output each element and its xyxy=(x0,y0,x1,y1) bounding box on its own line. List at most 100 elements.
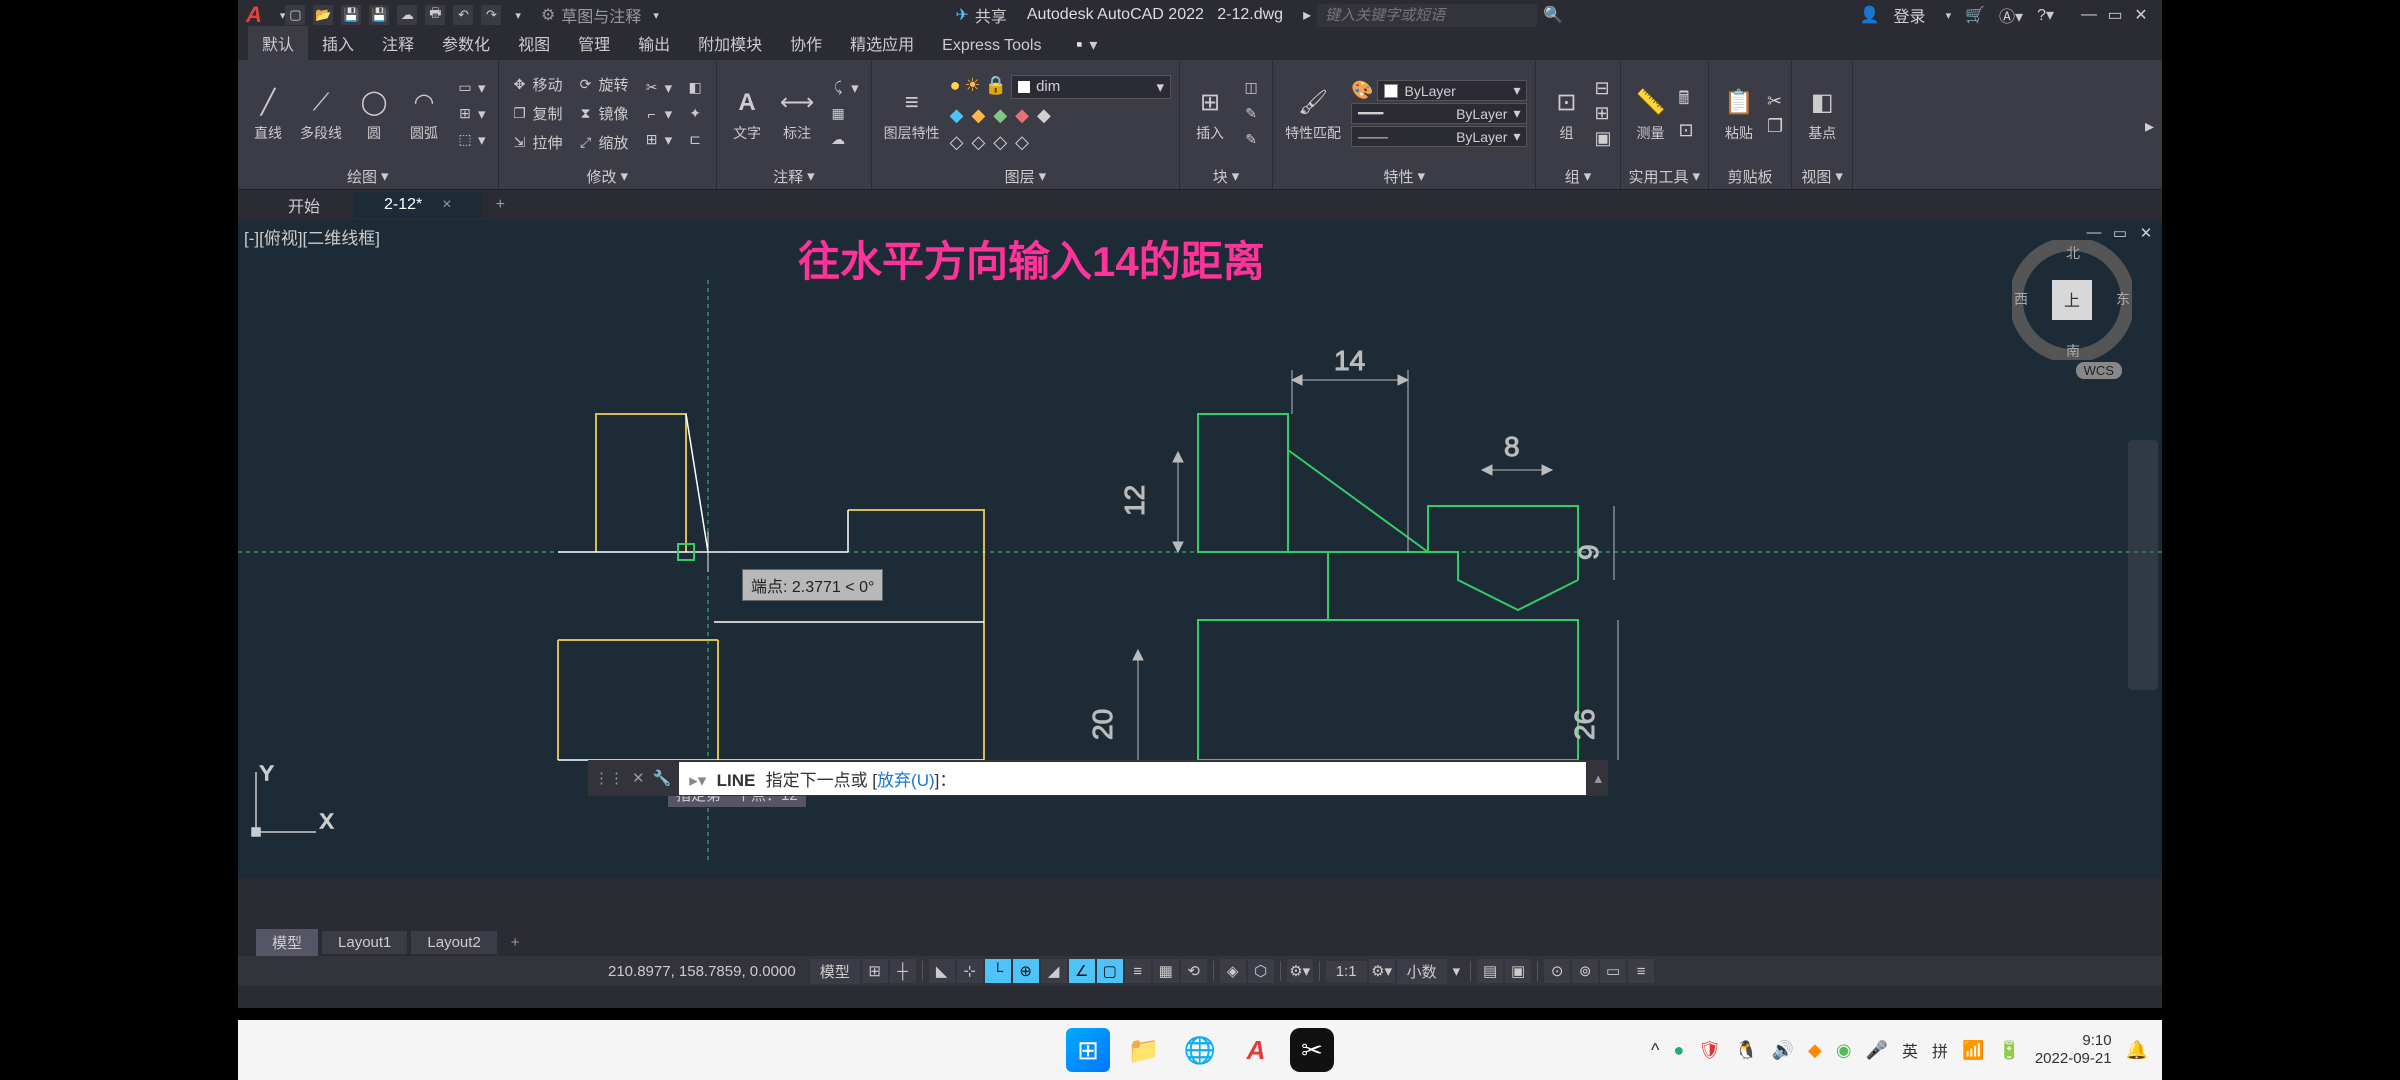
layer-bulb-icon[interactable]: ● xyxy=(950,75,961,99)
transparency-icon[interactable]: ▦ xyxy=(1153,959,1179,983)
cycle-icon[interactable]: ⟲ xyxy=(1181,959,1207,983)
ortho-icon[interactable]: └ xyxy=(985,959,1011,983)
fillet-button[interactable]: ⌐▾ xyxy=(639,103,677,125)
paste-button[interactable]: 📋粘贴 xyxy=(1717,83,1761,145)
tab-addins[interactable]: 附加模块 xyxy=(684,26,776,60)
line-button[interactable]: ╱直线 xyxy=(246,83,290,145)
minimize-button[interactable]: — xyxy=(2078,6,2100,24)
color-dropdown[interactable]: ByLayer▾ xyxy=(1377,80,1527,101)
close-button[interactable]: ✕ xyxy=(2130,6,2152,24)
insert-button[interactable]: ⊞插入 xyxy=(1188,83,1232,145)
osnap-icon[interactable]: ▢ xyxy=(1097,959,1123,983)
panel-block-label[interactable]: 块 ▾ xyxy=(1188,163,1264,189)
cmd-customize-icon[interactable]: 🔧 xyxy=(653,769,672,787)
cmd-handle-icon[interactable]: ⋮⋮ xyxy=(594,769,624,787)
search-input[interactable] xyxy=(1317,4,1537,27)
array-button[interactable]: ⊞▾ xyxy=(639,129,677,151)
navigation-bar[interactable] xyxy=(2128,440,2158,690)
cloud-button[interactable]: ☁ xyxy=(825,129,863,151)
offset-button[interactable]: ⊏ xyxy=(682,129,708,151)
layout1-tab[interactable]: Layout1 xyxy=(322,931,407,954)
annoviz-icon[interactable]: ⚙▾ xyxy=(1369,959,1395,983)
otrack-icon[interactable]: ∠ xyxy=(1069,959,1095,983)
start-button[interactable]: ⊞ xyxy=(1066,1028,1110,1072)
share-button[interactable]: ✈ 共享 xyxy=(955,3,1006,27)
rect-button[interactable]: ▭▾ xyxy=(452,77,490,99)
tab-annotate[interactable]: 注释 xyxy=(368,26,428,60)
layer-dropdown[interactable]: dim ▾ xyxy=(1011,75,1171,99)
base-button[interactable]: ◧基点 xyxy=(1800,83,1844,145)
color-wheel-icon[interactable]: 🎨 xyxy=(1351,80,1373,101)
redo-icon[interactable]: ↷ xyxy=(481,5,501,25)
panel-layer-label[interactable]: 图层 ▾ xyxy=(880,163,1171,189)
tab-parametric[interactable]: 参数化 xyxy=(428,26,504,60)
custom-icon[interactable]: ≡ xyxy=(1628,959,1654,983)
model-tab[interactable]: 模型 xyxy=(256,929,318,956)
hatch-button[interactable]: ⊞▾ xyxy=(452,103,490,125)
panel-annot-label[interactable]: 注释 ▾ xyxy=(725,163,863,189)
sel-filter-icon[interactable]: ⚙▾ xyxy=(1287,959,1313,983)
clock[interactable]: 9:10 2022-09-21 xyxy=(2035,1032,2112,1068)
dyn-ucs-icon[interactable]: ⬡ xyxy=(1248,959,1274,983)
search-box[interactable]: ▸ 🔍 xyxy=(1303,4,1563,27)
start-tab[interactable]: 开始 xyxy=(258,189,350,221)
text-button[interactable]: A文字 xyxy=(725,83,769,145)
tab-view[interactable]: 视图 xyxy=(504,26,564,60)
tray-app2-icon[interactable]: ◉ xyxy=(1836,1040,1852,1061)
iso-icon[interactable]: ⊙ xyxy=(1544,959,1570,983)
plot-icon[interactable]: 🖶 xyxy=(425,5,445,25)
tray-chevron-icon[interactable]: ^ xyxy=(1651,1040,1659,1061)
save-icon[interactable]: 💾 xyxy=(341,5,361,25)
panel-modify-label[interactable]: 修改 ▾ xyxy=(507,163,709,189)
autocad-icon[interactable]: A xyxy=(1234,1028,1278,1072)
tray-qq-icon[interactable]: 🐧 xyxy=(1735,1040,1757,1061)
tray-shield-icon[interactable]: 🛡 xyxy=(1698,1040,1721,1061)
add-layout-button[interactable]: + xyxy=(501,931,530,954)
tray-mic-icon[interactable]: 🎤 xyxy=(1866,1040,1888,1061)
leader-button[interactable]: ⤹▾ xyxy=(825,77,863,99)
wifi-icon[interactable]: 📶 xyxy=(1962,1040,1984,1061)
tab-default[interactable]: 默认 xyxy=(248,26,308,60)
maximize-button[interactable]: ▭ xyxy=(2104,6,2126,24)
hw-icon[interactable]: ⊚ xyxy=(1572,959,1598,983)
tab-featured[interactable]: 精选应用 xyxy=(836,26,928,60)
scale-button[interactable]: ⤢缩放 xyxy=(573,130,633,155)
rotate-button[interactable]: ⟳旋转 xyxy=(573,72,633,97)
drawing-canvas[interactable]: [-][俯视][二维线框] — ▭ ✕ 往水平方向输入14的距离 xyxy=(238,220,2162,878)
layer-props-button[interactable]: ≡图层特性 xyxy=(880,83,944,145)
tray-app1-icon[interactable]: ◆ xyxy=(1808,1040,1822,1061)
move-button[interactable]: ✥移动 xyxy=(507,72,567,97)
file-tab[interactable]: 2-12*× xyxy=(354,192,482,218)
tab-close-icon[interactable]: × xyxy=(442,196,451,213)
arc-button[interactable]: ◠圆弧 xyxy=(402,83,446,145)
modelspace-button[interactable]: 模型 xyxy=(810,959,860,984)
3dosnap-icon[interactable]: ◈ xyxy=(1220,959,1246,983)
polyline-button[interactable]: ⟋多段线 xyxy=(296,83,346,145)
user-icon[interactable]: 👤 xyxy=(1860,5,1880,25)
tab-boxed[interactable]: ▫️▾ xyxy=(1055,30,1111,60)
linetype-dropdown[interactable]: ───ByLayer▾ xyxy=(1351,126,1527,147)
measure-button[interactable]: 📏测量 xyxy=(1629,83,1673,145)
grid-icon[interactable]: ⊞ xyxy=(862,959,888,983)
polar-icon[interactable]: ⊕ xyxy=(1013,959,1039,983)
layer-lock-icon[interactable]: 🔒 xyxy=(985,75,1007,99)
open-icon[interactable]: 📂 xyxy=(313,5,333,25)
capcut-icon[interactable]: ✂ xyxy=(1290,1028,1334,1072)
cloud-icon[interactable]: ☁ xyxy=(397,5,417,25)
explorer-icon[interactable]: 📁 xyxy=(1122,1028,1166,1072)
infer-icon[interactable]: ◣ xyxy=(929,959,955,983)
view-cube[interactable]: 北 南 东 西 上 WCS xyxy=(2012,240,2132,360)
lock-ui-icon[interactable]: ▣ xyxy=(1505,959,1531,983)
panel-props-label[interactable]: 特性 ▾ xyxy=(1281,163,1527,189)
layer-sun-icon[interactable]: ☀ xyxy=(965,75,981,99)
cmd-close-icon[interactable]: ✕ xyxy=(632,769,645,787)
command-input[interactable]: ▸▾ LINE 指定下一点或 [放弃(U)]： xyxy=(679,762,1586,795)
stretch-button[interactable]: ⇲拉伸 xyxy=(507,130,567,155)
new-icon[interactable]: ▢ xyxy=(285,5,305,25)
login-label[interactable]: 登录 xyxy=(1894,3,1926,27)
workspace-switcher[interactable]: ⚙ 草图与注释 ▾ xyxy=(541,3,659,27)
edge-icon[interactable]: 🌐 xyxy=(1178,1028,1222,1072)
circle-button[interactable]: ◯圆 xyxy=(352,83,396,145)
group-button[interactable]: ⊡组 xyxy=(1544,83,1588,145)
ime-mode[interactable]: 拼 xyxy=(1932,1038,1948,1062)
